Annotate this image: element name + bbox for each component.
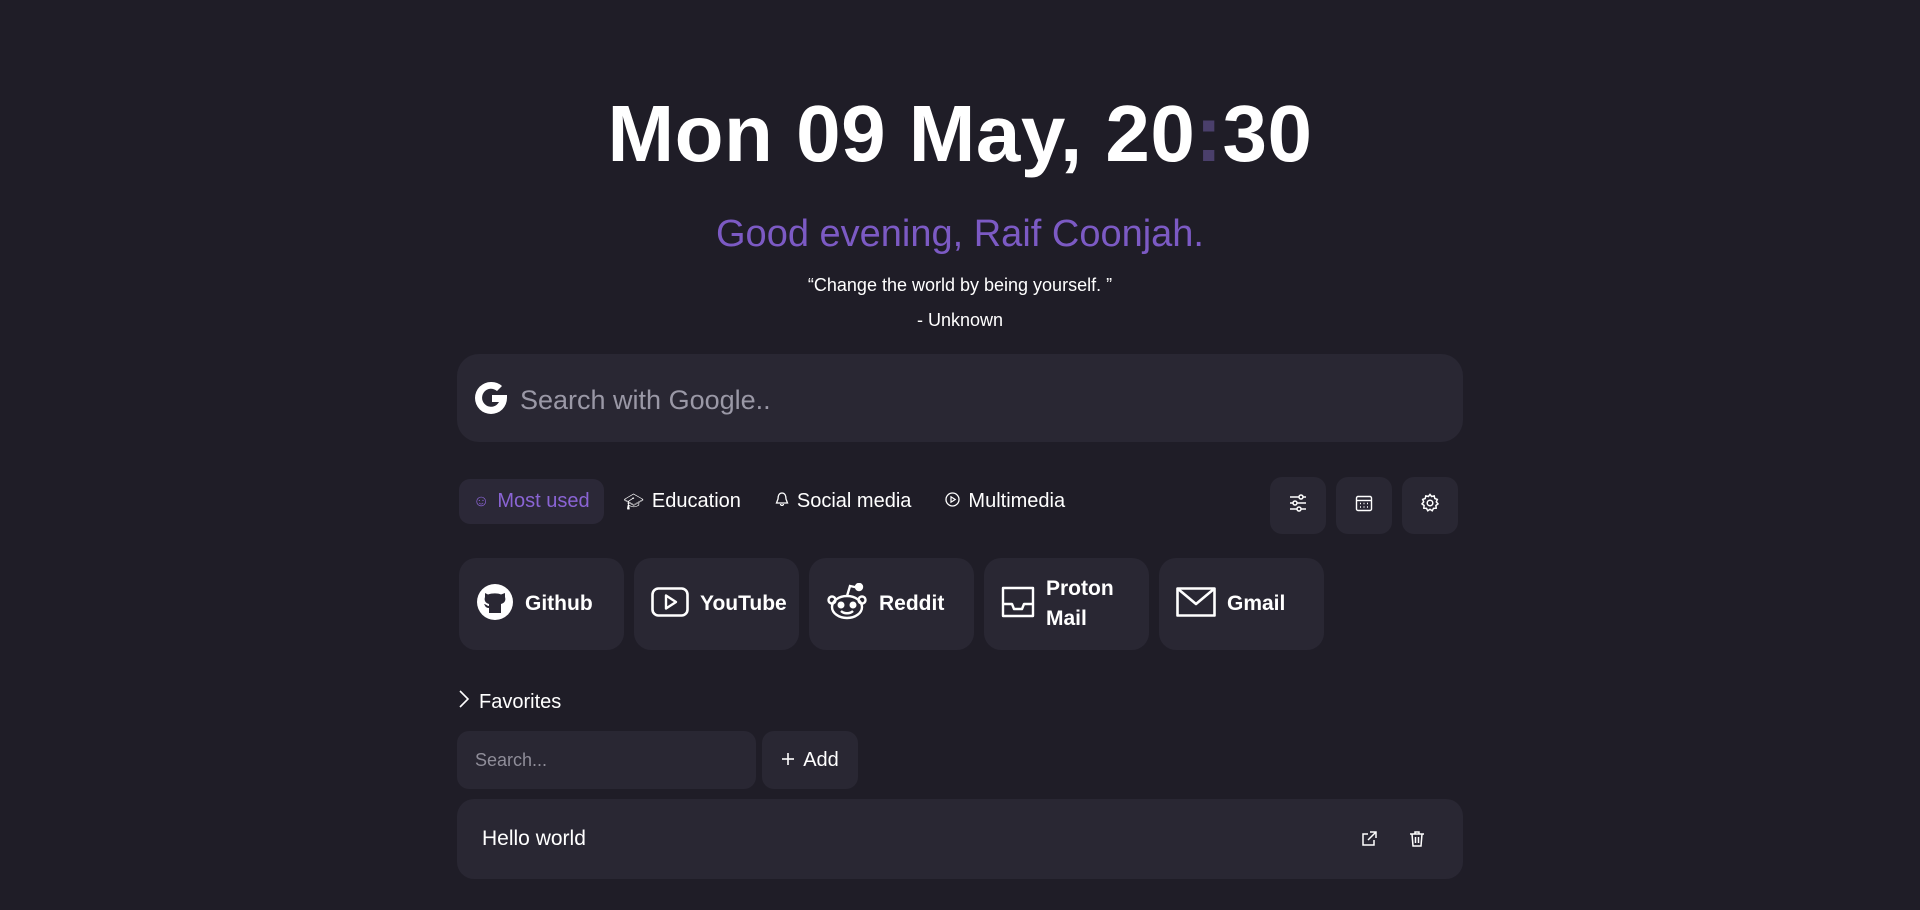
tab-education[interactable]: 🎓︎ Education [610, 479, 755, 524]
trash-icon[interactable] [1407, 829, 1427, 849]
link-label: Reddit [879, 592, 945, 615]
favorites-title: Favorites [479, 690, 562, 713]
clock-minutes: 30 [1222, 89, 1313, 178]
favorites-toggle[interactable]: Favorites [458, 690, 561, 714]
tab-label: Social media [796, 490, 912, 512]
favorites-search-input[interactable] [457, 731, 756, 789]
gear-icon [1420, 493, 1440, 518]
greeting: Good evening, Raif Coonjah. [716, 213, 1204, 255]
tab-label: Most used [497, 490, 590, 512]
link-label: Github [525, 592, 593, 615]
chevron-right-icon [458, 690, 470, 714]
external-link-icon[interactable] [1359, 829, 1379, 849]
tab-social-media[interactable]: Social media [761, 479, 926, 524]
tab-multimedia[interactable]: Multimedia [931, 479, 1079, 524]
google-icon[interactable] [472, 379, 510, 417]
clock: Mon 09 May, 20:30 [0, 88, 1920, 180]
settings-button[interactable] [1402, 477, 1458, 534]
github-icon [476, 583, 514, 626]
category-tabs: ☺ Most used 🎓︎ Education Social media Mu… [459, 479, 1085, 524]
sliders-icon [1288, 493, 1308, 518]
youtube-icon [651, 586, 689, 622]
search-bar[interactable]: Search with Google.. [457, 354, 1463, 442]
sliders-button[interactable] [1270, 477, 1326, 534]
quote-text: “Change the world by being yourself. ” [807, 275, 1113, 295]
clock-date: Mon 09 May, [607, 89, 1106, 178]
smile-icon: ☺ [473, 492, 490, 510]
calendar-button[interactable] [1336, 477, 1392, 534]
inbox-icon [1001, 585, 1035, 624]
favorite-item-label: Hello world [482, 827, 586, 850]
search-input[interactable]: Search with Google.. [520, 384, 771, 416]
quick-links: Github YouTube Reddit Proton Mail Gmail [459, 558, 1334, 650]
play-circle-icon [945, 491, 961, 512]
plus-icon [781, 749, 795, 772]
link-gmail[interactable]: Gmail [1159, 558, 1324, 650]
tab-most-used[interactable]: ☺ Most used [459, 479, 604, 524]
bell-icon [775, 492, 789, 511]
link-label: YouTube [700, 592, 787, 615]
link-label: Gmail [1227, 592, 1286, 615]
link-reddit[interactable]: Reddit [809, 558, 974, 650]
link-youtube[interactable]: YouTube [634, 558, 799, 650]
reddit-icon [826, 582, 868, 626]
graduation-cap-icon: 🎓︎ [623, 493, 644, 511]
link-proton-mail[interactable]: Proton Mail [984, 558, 1149, 650]
tab-label: Education [651, 490, 741, 512]
clock-separator: : [1195, 89, 1223, 178]
link-label: Proton Mail [1046, 577, 1114, 630]
tab-label: Multimedia [968, 490, 1066, 512]
clock-hours: 20 [1105, 89, 1196, 178]
add-label: Add [803, 748, 839, 771]
link-github[interactable]: Github [459, 558, 624, 650]
quote-author: - Unknown [916, 310, 1004, 330]
favorite-item[interactable]: Hello world [457, 799, 1463, 879]
mail-icon [1176, 586, 1216, 622]
calendar-icon [1355, 494, 1373, 517]
add-favorite-button[interactable]: Add [762, 731, 858, 789]
